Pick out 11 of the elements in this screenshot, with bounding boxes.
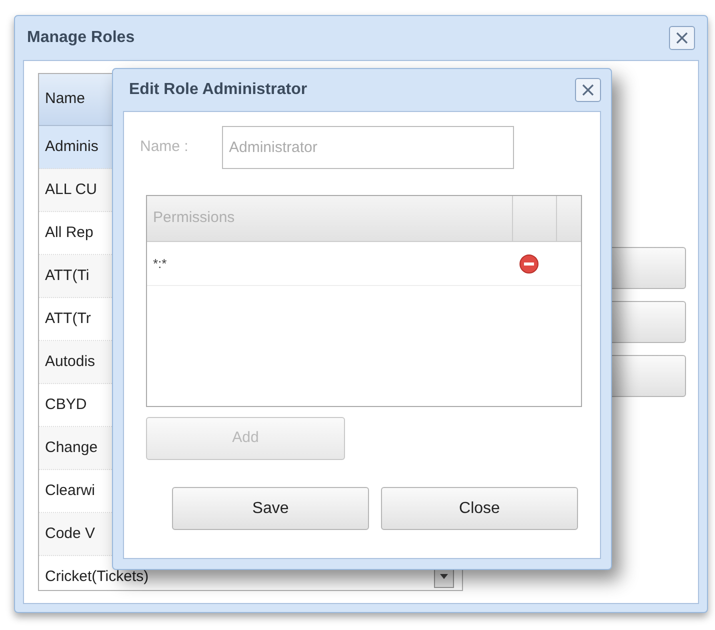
dialog-close-button[interactable] (575, 78, 601, 102)
dialog-title: Edit Role Administrator (129, 80, 308, 100)
name-label: Name : (140, 137, 190, 158)
close-button[interactable] (669, 26, 695, 50)
remove-icon[interactable] (519, 254, 539, 274)
close-icon (675, 31, 689, 45)
window-title: Manage Roles (27, 28, 135, 48)
permission-cell-text: *:* (152, 254, 168, 273)
dialog-button[interactable]: Save (172, 487, 369, 530)
dialog-button[interactable]: Close (381, 487, 578, 530)
close-icon (581, 83, 595, 97)
